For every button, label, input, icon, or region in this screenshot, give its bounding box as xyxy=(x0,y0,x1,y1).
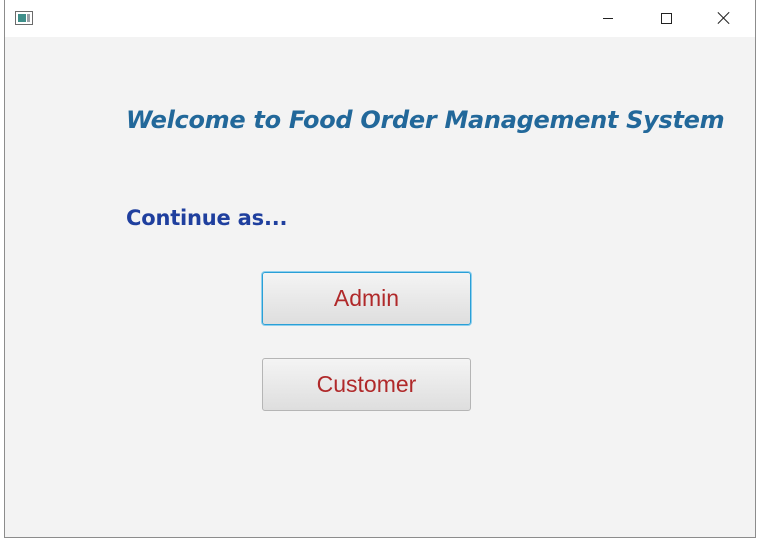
minimize-button[interactable] xyxy=(579,0,637,36)
app-window: Welcome to Food Order Management System … xyxy=(4,0,756,538)
close-button[interactable] xyxy=(695,0,753,36)
welcome-heading: Welcome to Food Order Management System xyxy=(126,106,725,134)
app-icon xyxy=(15,11,33,25)
customer-button[interactable]: Customer xyxy=(262,358,471,411)
continue-as-label: Continue as... xyxy=(126,206,288,230)
admin-button[interactable]: Admin xyxy=(262,272,471,325)
main-content: Welcome to Food Order Management System … xyxy=(5,37,755,537)
minimize-icon xyxy=(603,17,613,19)
maximize-button[interactable] xyxy=(637,0,695,36)
close-icon xyxy=(717,11,731,25)
title-bar[interactable] xyxy=(5,0,755,37)
maximize-icon xyxy=(660,12,672,24)
